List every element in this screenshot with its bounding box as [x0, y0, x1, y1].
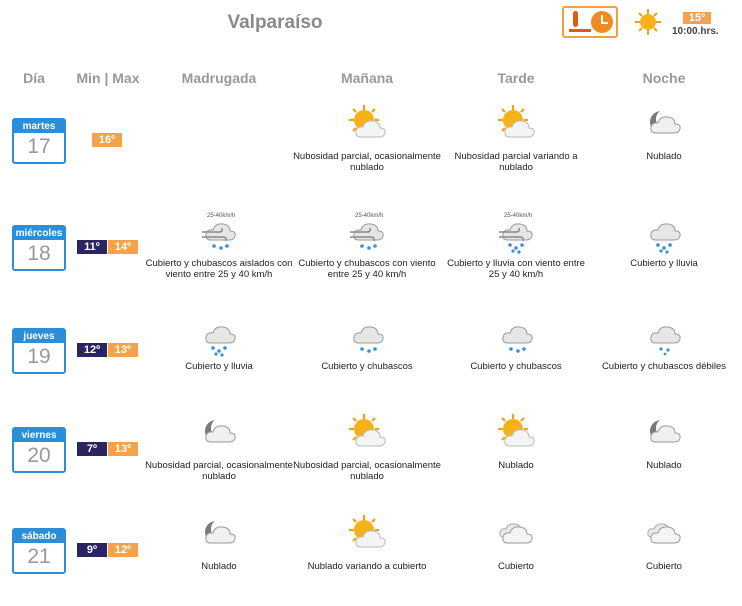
forecast-cell: Nubosidad parcial variando a nublado: [442, 103, 590, 173]
forecast-cell: Nubosidad parcial, ocasionalmente nublad…: [145, 412, 293, 482]
forecast-cell: Nublado: [590, 103, 738, 162]
temp-max: 13º: [108, 442, 138, 456]
forecast-description: Cubierto: [646, 561, 682, 572]
forecast-description: Cubierto y chubascos débiles: [601, 361, 727, 372]
page-title: Valparaíso: [227, 12, 323, 33]
temp-max: 14º: [108, 240, 138, 254]
forecast-description: Nublado: [498, 460, 534, 471]
forecast-cell: Nublado variando a cubierto: [293, 513, 441, 572]
header-dia: Día: [23, 70, 45, 86]
day-date: 17: [27, 135, 51, 158]
forecast-cell: Cubierto: [442, 513, 590, 572]
day-date: 20: [27, 444, 51, 467]
wind-rain-icon: 25-40km/h: [442, 210, 590, 254]
forecast-description: Cubierto y chubascos aislados con viento…: [145, 258, 293, 280]
moon-cloud-icon: [145, 412, 293, 456]
forecast-description: Nubosidad parcial, ocasionalmente nublad…: [293, 460, 441, 482]
forecast-cell: Cubierto y chubascos: [442, 313, 590, 372]
current-time: 10:00.hrs.: [672, 26, 719, 37]
forecast-cell: Nublado: [590, 412, 738, 471]
header-manana: Mañana: [340, 70, 394, 86]
overcast-icon: [442, 513, 590, 557]
forecast-cell: Cubierto: [590, 513, 738, 572]
wind-showers-icon: 25-40km/h: [293, 210, 441, 254]
forecast-description: Cubierto y chubascos: [470, 361, 562, 372]
day-weekday: jueves: [14, 330, 64, 343]
forecast-cell: Cubierto y lluvia: [590, 210, 738, 269]
rain-cloud-icon: [145, 313, 293, 357]
sun-cloud-icon: [293, 513, 441, 557]
moon-cloud-icon: [590, 412, 738, 456]
forecast-cell: Nubosidad parcial, ocasionalmente nublad…: [293, 412, 441, 482]
moon-cloud-icon: [145, 513, 293, 557]
day-calendar-miércoles[interactable]: miércoles 18: [12, 225, 66, 271]
forecast-cell: Nubosidad parcial, ocasionalmente nublad…: [293, 103, 441, 173]
forecast-cell: Cubierto y lluvia: [145, 313, 293, 372]
temp-min: 12º: [77, 343, 107, 357]
sun-cloud-icon: [293, 103, 441, 147]
light-showers-icon: [590, 313, 738, 357]
day-weekday: sábado: [14, 530, 64, 543]
day-weekday: miércoles: [14, 227, 64, 240]
header-minmax: Min | Max: [76, 70, 140, 86]
showers-cloud-icon: [293, 313, 441, 357]
forecast-description: Cubierto y lluvia con viento entre 25 y …: [447, 258, 585, 280]
forecast-cell: 25-40km/h Cubierto y chubascos aislados c…: [145, 210, 293, 280]
temp-min: 7º: [77, 442, 107, 456]
temp-max: 16º: [92, 133, 122, 147]
forecast-description: Nublado: [201, 561, 237, 572]
forecast-cell: 25-40km/h Cubierto y lluvia con viento en…: [442, 210, 590, 280]
moon-cloud-icon: [590, 103, 738, 147]
sun-cloud-icon: [293, 412, 441, 456]
forecast-description: Cubierto y chubascos: [321, 361, 413, 372]
temp-min: 9º: [77, 543, 107, 557]
forecast-description: Nublado variando a cubierto: [307, 561, 427, 572]
forecast-description: Nubosidad parcial variando a nublado: [454, 151, 578, 173]
forecast-description: Nubosidad parcial, ocasionalmente nublad…: [145, 460, 293, 482]
temp-min: 11º: [77, 240, 107, 254]
forecast-description: Cubierto: [498, 561, 534, 572]
svg-text:25-40km/h: 25-40km/h: [355, 213, 383, 219]
sun-cloud-icon: [442, 103, 590, 147]
header-madrugada: Madrugada: [181, 70, 257, 86]
header-tarde: Tarde: [497, 70, 535, 86]
current-temp: 15º: [683, 12, 711, 24]
forecast-cell: Cubierto y chubascos débiles: [590, 313, 738, 372]
wind-showers-icon: 25-40km/h: [145, 210, 293, 254]
forecast-description: Cubierto y chubascos con viento entre 25…: [298, 258, 436, 280]
day-weekday: viernes: [14, 429, 64, 442]
day-date: 18: [27, 242, 51, 265]
temp-max: 12º: [108, 543, 138, 557]
day-date: 19: [27, 345, 51, 368]
forecast-cell: Cubierto y chubascos: [293, 313, 441, 372]
forecast-cell: 25-40km/h Cubierto y chubascos con viento…: [293, 210, 441, 280]
day-weekday: martes: [14, 120, 64, 133]
day-calendar-sábado[interactable]: sábado 21: [12, 528, 66, 574]
svg-text:25-40km/h: 25-40km/h: [207, 213, 235, 219]
sun-icon: [634, 8, 662, 41]
thermometer-clock-icon[interactable]: [562, 6, 618, 38]
day-calendar-martes[interactable]: martes 17: [12, 118, 66, 164]
rain-cloud-icon: [590, 210, 738, 254]
forecast-description: Nublado: [646, 460, 682, 471]
sun-cloud-icon: [442, 412, 590, 456]
forecast-description: Nublado: [646, 151, 682, 162]
forecast-description: Nubosidad parcial, ocasionalmente nublad…: [293, 151, 441, 173]
day-calendar-jueves[interactable]: jueves 19: [12, 328, 66, 374]
day-calendar-viernes[interactable]: viernes 20: [12, 427, 66, 473]
header-noche: Noche: [642, 70, 686, 86]
day-date: 21: [27, 545, 51, 568]
overcast-icon: [590, 513, 738, 557]
forecast-description: Cubierto y lluvia: [630, 258, 698, 269]
temp-max: 13º: [108, 343, 138, 357]
showers-cloud-icon: [442, 313, 590, 357]
svg-text:25-40km/h: 25-40km/h: [504, 213, 532, 219]
forecast-cell: Nublado: [442, 412, 590, 471]
forecast-cell: Nublado: [145, 513, 293, 572]
forecast-description: Cubierto y lluvia: [185, 361, 253, 372]
